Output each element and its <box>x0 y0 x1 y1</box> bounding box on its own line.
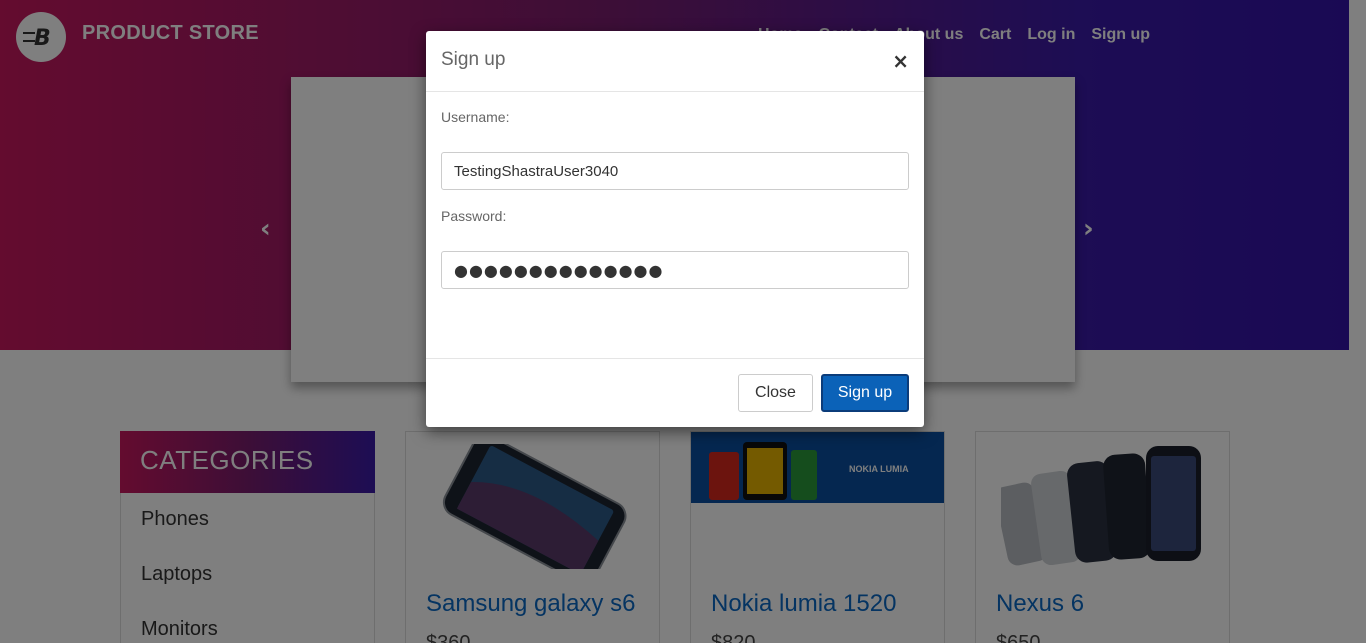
username-field[interactable] <box>441 152 909 190</box>
password-label: Password: <box>441 208 507 224</box>
close-button[interactable]: Close <box>738 374 813 412</box>
username-label: Username: <box>441 109 510 125</box>
close-icon[interactable]: × <box>892 49 909 73</box>
modal-header: Sign up × <box>426 31 924 92</box>
password-field[interactable] <box>441 251 909 289</box>
signup-modal: Sign up × Username: Password: Close Sign… <box>426 31 924 427</box>
sign-up-button[interactable]: Sign up <box>821 374 909 412</box>
modal-title: Sign up <box>441 49 506 70</box>
